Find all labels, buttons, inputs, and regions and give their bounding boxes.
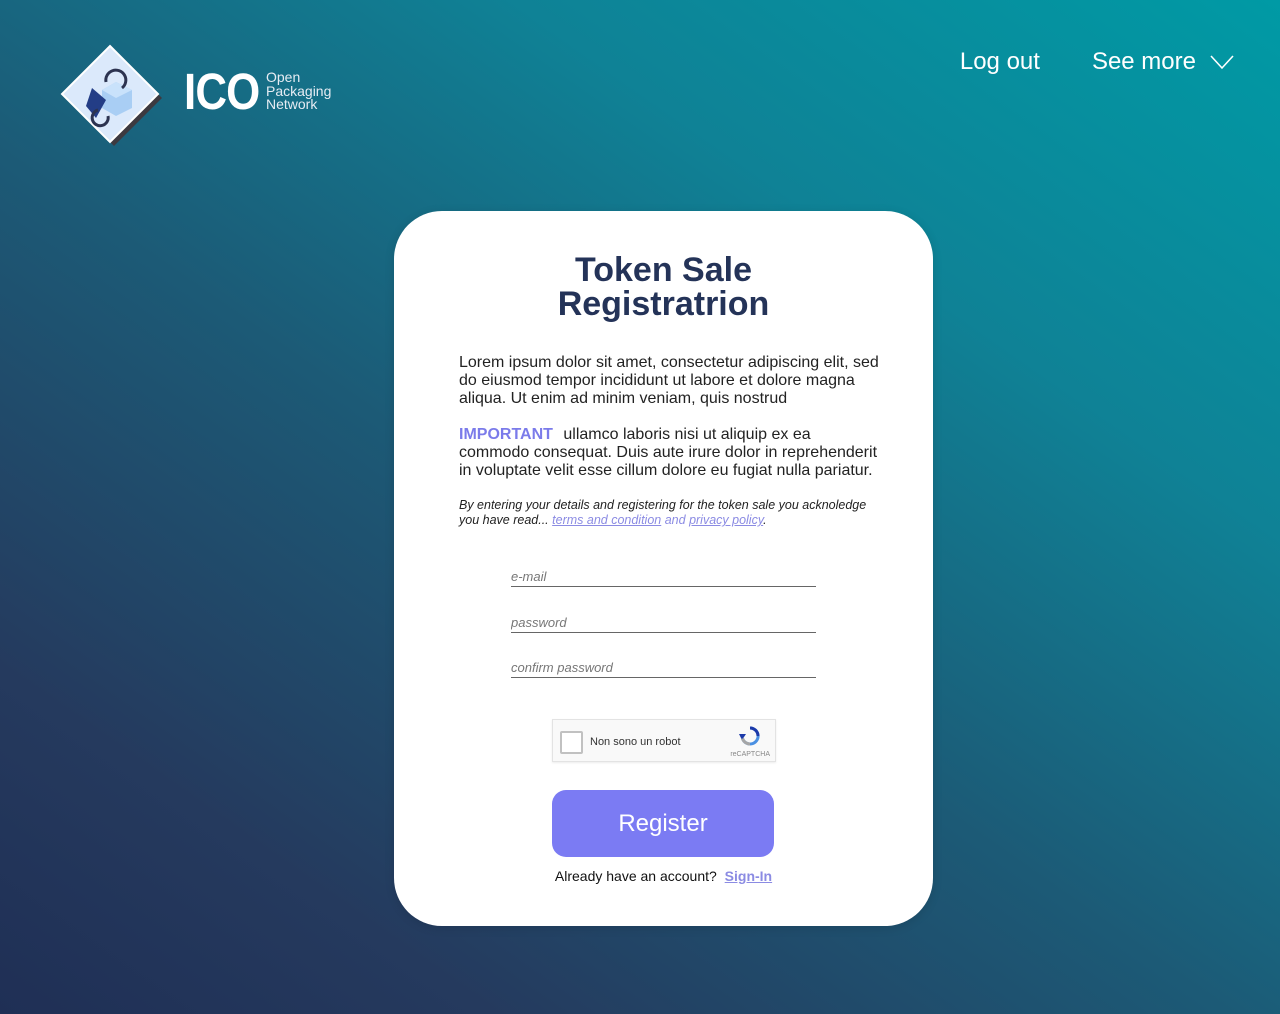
recaptcha-widget: Non sono un robot reCAPTCHA [552,719,776,762]
registration-card: Token Sale Registratrion Lorem ipsum dol… [394,211,933,926]
confirm-password-field[interactable] [511,660,816,675]
terms-note-text: By entering your details and registering… [459,498,867,527]
page-title: Token Sale Registratrion [394,253,933,321]
recaptcha-label: Non sono un robot [590,736,681,748]
brand-wordmark: ICO [184,63,260,120]
terms-and-word: and [664,513,686,527]
email-field-wrap [511,566,816,587]
logout-link[interactable]: Log out [960,48,1040,76]
password-field[interactable] [511,615,816,630]
intro-paragraph: Lorem ipsum dolor sit amet, consectetur … [459,354,879,407]
recaptcha-icon [739,726,760,746]
terms-note: By entering your details and registering… [459,498,879,528]
brand-subtitle: Open Packaging Network [266,70,331,112]
title-line1: Token Sale [575,251,752,289]
top-nav: Log out See more [960,48,1234,76]
important-paragraph: IMPORTANT ullamco laboris nisi ut aliqui… [459,426,879,480]
title-line2: Registratrion [557,285,770,323]
email-field[interactable] [511,569,816,584]
see-more-label: See more [1091,48,1196,75]
register-button[interactable]: Register [552,790,774,857]
recaptcha-checkbox[interactable] [560,731,583,754]
password-field-wrap [511,612,816,633]
brand-logo[interactable]: ICO Open Packaging Network [58,44,348,150]
signin-link[interactable]: Sign-In [725,868,772,884]
terms-note-end: . [763,513,767,527]
see-more-menu[interactable]: See more [1092,48,1234,76]
chevron-down-icon [1210,55,1234,70]
confirm-password-field-wrap [511,657,816,678]
terms-link[interactable]: terms and condition [552,513,661,527]
signin-prompt: Already have an account? [554,868,717,884]
recaptcha-brand: reCAPTCHA [730,751,770,758]
brand-sub-line3: Network [266,96,318,112]
package-logo-icon [60,44,162,146]
signin-row: Already have an account? Sign-In [394,868,933,884]
privacy-link[interactable]: privacy policy [689,513,763,527]
important-label: IMPORTANT [459,426,553,443]
